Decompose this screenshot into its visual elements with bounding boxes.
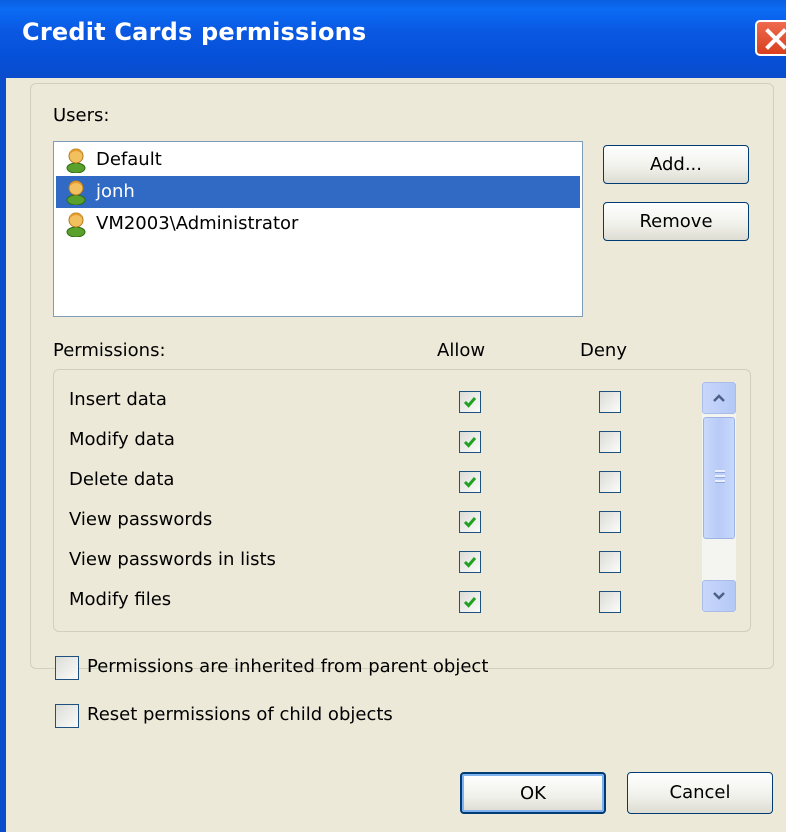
dialog-title: Credit Cards permissions xyxy=(22,18,367,46)
ok-button-label: OK xyxy=(520,783,546,804)
close-icon xyxy=(765,28,786,50)
reset-child-permissions-label[interactable]: Reset permissions of child objects xyxy=(87,704,393,725)
grip-line xyxy=(715,470,725,473)
scroll-up-button[interactable] xyxy=(702,382,736,414)
permission-row-insert-data: Insert data xyxy=(54,384,694,424)
permissions-label: Permissions: xyxy=(53,340,166,361)
inherited-permissions-label[interactable]: Permissions are inherited from parent ob… xyxy=(87,656,488,677)
permission-name: View passwords in lists xyxy=(69,549,276,570)
permission-name: Modify files xyxy=(69,589,172,610)
ok-button[interactable]: OK xyxy=(460,772,606,814)
checkmark-icon xyxy=(463,517,477,528)
window-frame-left xyxy=(0,78,6,832)
permissions-list[interactable]: Insert data Modify data Delete data View… xyxy=(53,369,751,632)
add-button-label: Add... xyxy=(649,154,702,175)
allow-column-header: Allow xyxy=(437,340,486,361)
users-label: Users: xyxy=(53,105,110,126)
permission-row-delete-data: Delete data xyxy=(54,464,694,504)
deny-checkbox[interactable] xyxy=(599,591,621,613)
permission-row-view-passwords: View passwords xyxy=(54,504,694,544)
permission-row-view-passwords-in-lists: View passwords in lists xyxy=(54,544,694,584)
user-icon xyxy=(66,180,86,205)
allow-checkbox[interactable] xyxy=(459,591,481,613)
deny-checkbox[interactable] xyxy=(599,391,621,413)
deny-checkbox[interactable] xyxy=(599,551,621,573)
user-name: VM2003\Administrator xyxy=(96,213,299,234)
reset-child-permissions-checkbox[interactable] xyxy=(55,704,79,728)
allow-checkbox[interactable] xyxy=(459,551,481,573)
scroll-down-button[interactable] xyxy=(702,580,736,612)
remove-button-label: Remove xyxy=(639,211,713,232)
scroll-thumb[interactable] xyxy=(703,417,735,539)
deny-column-header: Deny xyxy=(580,340,627,361)
close-button[interactable] xyxy=(755,20,786,56)
permission-row-modify-files: Modify files xyxy=(54,584,694,624)
permission-name: View passwords xyxy=(69,509,213,530)
remove-user-button[interactable]: Remove xyxy=(603,202,749,241)
deny-checkbox[interactable] xyxy=(599,511,621,533)
cancel-button[interactable]: Cancel xyxy=(627,772,773,814)
user-icon xyxy=(66,212,86,237)
allow-checkbox[interactable] xyxy=(459,511,481,533)
users-list[interactable]: Default jonh VM2003\Administrator xyxy=(53,141,583,317)
allow-checkbox[interactable] xyxy=(459,471,481,493)
checkmark-icon xyxy=(463,597,477,608)
allow-checkbox[interactable] xyxy=(459,431,481,453)
deny-checkbox[interactable] xyxy=(599,431,621,453)
inherited-permissions-checkbox[interactable] xyxy=(55,656,79,680)
user-name: jonh xyxy=(96,181,135,202)
grip-line xyxy=(715,475,725,478)
chevron-down-icon xyxy=(713,592,725,600)
chevron-up-icon xyxy=(713,394,725,402)
permission-name: Delete data xyxy=(69,469,175,490)
title-bar[interactable]: Credit Cards permissions xyxy=(0,0,786,78)
permission-name: Insert data xyxy=(69,389,167,410)
checkmark-icon xyxy=(463,437,477,448)
permissions-scrollbar[interactable] xyxy=(702,382,736,612)
permissions-dialog: Credit Cards permissions Users: Default … xyxy=(0,0,786,832)
permission-row-modify-data: Modify data xyxy=(54,424,694,464)
checkmark-icon xyxy=(463,397,477,408)
allow-checkbox[interactable] xyxy=(459,391,481,413)
user-name: Default xyxy=(96,149,162,170)
deny-checkbox[interactable] xyxy=(599,471,621,493)
checkmark-icon xyxy=(463,557,477,568)
list-item-default[interactable]: Default xyxy=(56,144,580,176)
list-item-jonh[interactable]: jonh xyxy=(56,176,580,208)
permission-name: Modify data xyxy=(69,429,175,450)
user-icon xyxy=(66,148,86,173)
cancel-button-label: Cancel xyxy=(669,782,731,803)
add-user-button[interactable]: Add... xyxy=(603,145,749,184)
grip-line xyxy=(715,480,725,483)
list-item-administrator[interactable]: VM2003\Administrator xyxy=(56,208,580,240)
checkmark-icon xyxy=(463,477,477,488)
